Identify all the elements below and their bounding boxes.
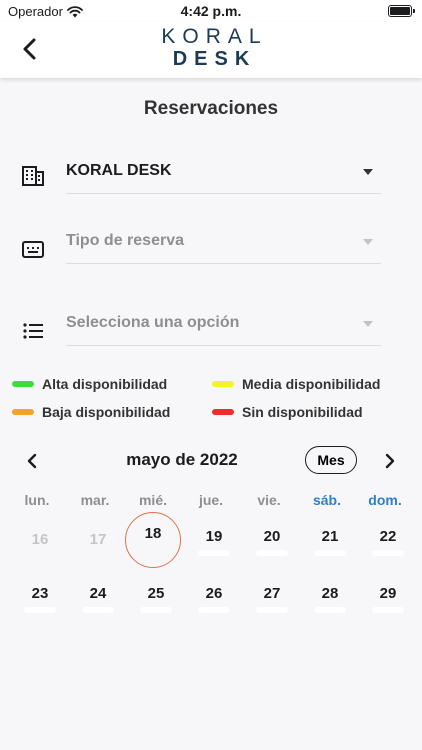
day-number: 20 [263,528,281,545]
reservation-type-dropdown[interactable]: Tipo de reserva [66,224,381,264]
availability-bar [314,607,346,613]
office-dropdown[interactable]: KORAL DESK [66,154,381,194]
reservation-type-placeholder: Tipo de reserva [66,232,184,249]
building-icon [22,166,44,186]
availability-bar [140,607,172,613]
option-field: Selecciona una opción [0,306,422,346]
logo-bottom-text: DESK [172,48,257,70]
day-number: 29 [379,585,397,602]
list-icon [23,323,43,339]
legend-label: Sin disponibilidad [242,404,363,420]
office-value: KORAL DESK [66,162,172,179]
calendar-day[interactable]: 25 [131,585,181,625]
chevron-left-icon[interactable] [22,451,42,471]
availability-bar [24,607,56,613]
calendar-day[interactable]: 20 [247,528,297,568]
weekday-label: jue. [198,492,224,508]
chevron-right-icon[interactable] [380,451,400,471]
day-number: 27 [263,585,281,602]
calendar-month-label: mayo de 2022 [126,450,238,469]
legend-item-none: Sin disponibilidad [212,404,363,420]
clock: 4:42 p.m. [180,3,242,19]
day-number: 18 [144,525,162,542]
day-number: 26 [205,585,223,602]
legend-item-medium: Media disponibilidad [212,376,380,392]
day-number: 23 [31,585,49,602]
legend-item-low: Baja disponibilidad [12,404,170,420]
day-number: 19 [205,528,223,545]
day-number: 24 [89,585,107,602]
calendar-day: 16 [15,531,65,571]
status-bar: Operador 4:42 p.m. [0,0,422,22]
calendar-day[interactable]: 22 [363,528,413,568]
koral-desk-logo: KORAL DESK [0,26,422,69]
day-number: 21 [321,528,339,545]
calendar-day-selected[interactable]: 18 [128,525,178,565]
availability-bar [372,550,404,556]
weekday-label: mar. [80,492,110,508]
month-view-button[interactable]: Mes [305,446,357,474]
navigation-bar: KORAL DESK [0,22,422,78]
legend-color-swatch [212,409,234,415]
calendar-day[interactable]: 26 [189,585,239,625]
legend-color-swatch [212,381,234,387]
option-dropdown[interactable]: Selecciona una opción [66,306,381,346]
availability-bar [372,607,404,613]
calendar-day[interactable]: 28 [305,585,355,625]
weekday-label: vie. [257,492,281,508]
calendar-day[interactable]: 19 [189,528,239,568]
keyboard-icon [22,241,44,258]
reservation-type-field: Tipo de reserva [0,224,422,264]
availability-bar [198,607,230,613]
calendar-day[interactable]: 23 [15,585,65,625]
day-number: 22 [379,528,397,545]
weekday-label: mié. [138,492,167,508]
availability-bar [256,550,288,556]
day-number: 28 [321,585,339,602]
office-field: KORAL DESK [0,154,422,194]
legend-color-swatch [12,409,34,415]
calendar-day[interactable]: 21 [305,528,355,568]
calendar-day[interactable]: 24 [73,585,123,625]
legend-label: Media disponibilidad [242,376,381,392]
legend-label: Baja disponibilidad [42,404,171,420]
calendar-day[interactable]: 29 [363,585,413,625]
chevron-down-icon [363,239,373,245]
legend-label: Alta disponibilidad [42,376,168,392]
battery-icon [388,5,415,17]
calendar-header: mayo de 2022 Mes [0,446,422,476]
availability-bar [82,607,114,613]
day-number: 25 [147,585,165,602]
weekday-label-weekend: sáb. [312,492,341,508]
weekday-label-weekend: dom. [368,492,402,508]
legend-item-high: Alta disponibilidad [12,376,167,392]
calendar-day[interactable]: 27 [247,585,297,625]
day-number: 17 [89,531,107,548]
page-title: Reservaciones [143,98,279,119]
availability-bar [314,550,346,556]
logo-top-text: KORAL [161,25,268,48]
day-number: 16 [31,531,49,548]
chevron-down-icon [363,321,373,327]
weekday-label: lun. [24,492,50,508]
legend-color-swatch [12,381,34,387]
availability-bar [256,607,288,613]
option-placeholder: Selecciona una opción [66,314,240,331]
calendar-day: 17 [73,531,123,571]
availability-bar [198,550,230,556]
chevron-down-icon [363,169,373,175]
